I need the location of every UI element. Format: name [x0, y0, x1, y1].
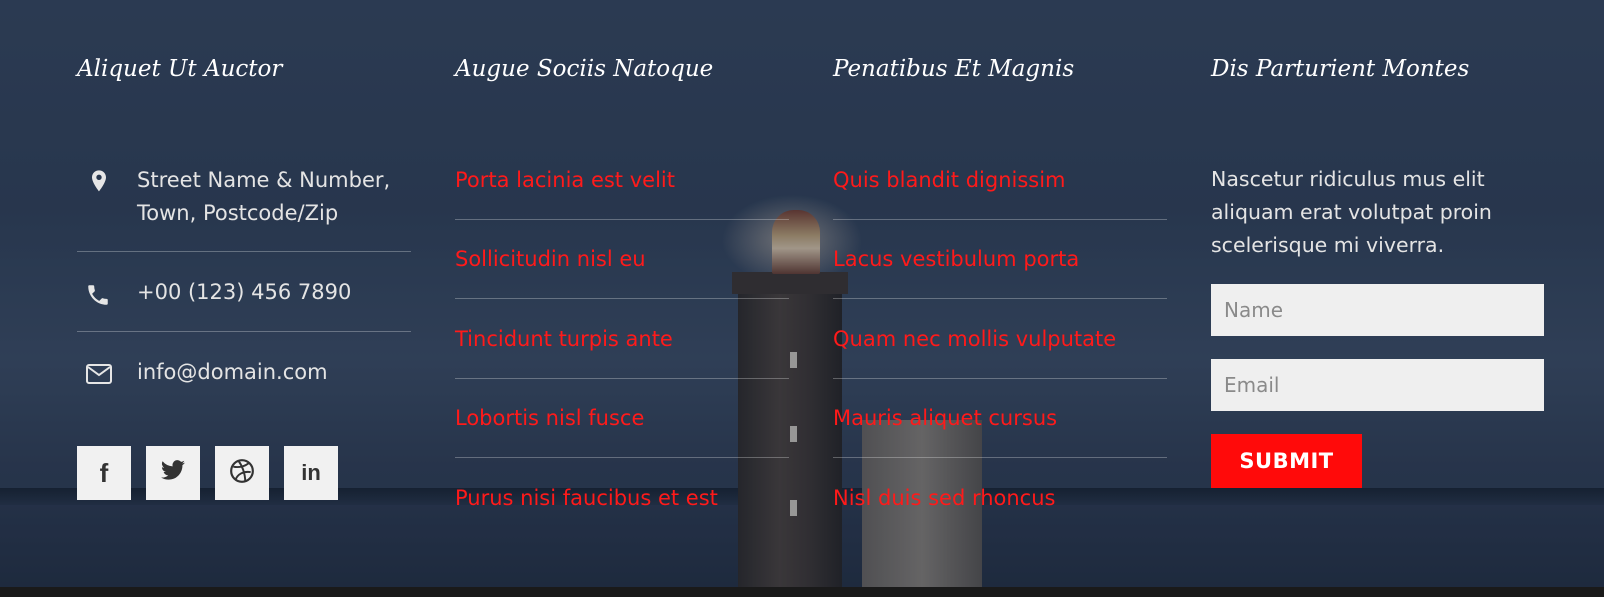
divider	[833, 378, 1167, 379]
divider	[833, 298, 1167, 299]
column-title: Dis Parturient Montes	[1211, 56, 1470, 82]
contact-email: info@domain.com	[77, 356, 411, 396]
dribbble-icon	[229, 458, 255, 488]
divider	[77, 251, 411, 252]
linkedin-icon: in	[301, 460, 321, 485]
address-line-1: Street Name & Number,	[137, 168, 391, 192]
facebook-button[interactable]: f	[77, 446, 131, 500]
footer-link[interactable]: Purus nisi faucibus et est	[455, 484, 718, 512]
name-input[interactable]	[1211, 284, 1544, 336]
address-line-2: Town, Postcode/Zip	[137, 201, 339, 225]
divider	[455, 378, 789, 379]
divider	[77, 331, 411, 332]
phone-number: +00 (123) 456 7890	[137, 280, 352, 304]
divider	[833, 457, 1167, 458]
contact-address: Street Name & Number, Town, Postcode/Zip	[77, 164, 411, 234]
column-title: Augue Sociis Natoque	[455, 56, 714, 82]
submit-button[interactable]: SUBMIT	[1211, 434, 1362, 488]
linkedin-button[interactable]: in	[284, 446, 338, 500]
contact-phone: +00 (123) 456 7890	[77, 276, 411, 316]
footer-link[interactable]: Lobortis nisl fusce	[455, 404, 644, 432]
column-title: Aliquet Ut Auctor	[77, 56, 283, 82]
footer-link[interactable]: Porta lacinia est velit	[455, 166, 675, 194]
footer-link[interactable]: Nisl duis sed rhoncus	[833, 484, 1055, 512]
map-pin-icon	[85, 168, 113, 196]
footer-link[interactable]: Tincidunt turpis ante	[455, 325, 673, 353]
divider	[455, 457, 789, 458]
twitter-button[interactable]	[146, 446, 200, 500]
footer-link[interactable]: Quam nec mollis vulputate	[833, 325, 1116, 353]
footer-link[interactable]: Quis blandit dignissim	[833, 166, 1066, 194]
newsletter-description: Nascetur ridiculus mus elit aliquam erat…	[1211, 167, 1492, 257]
divider	[455, 219, 789, 220]
email-input[interactable]	[1211, 359, 1544, 411]
phone-icon	[85, 282, 113, 310]
footer-link[interactable]: Lacus vestibulum porta	[833, 245, 1079, 273]
divider	[833, 219, 1167, 220]
email-address[interactable]: info@domain.com	[137, 356, 328, 389]
divider	[455, 298, 789, 299]
footer-bottom-bar	[0, 587, 1604, 597]
footer-link[interactable]: Mauris aliquet cursus	[833, 404, 1057, 432]
footer-link[interactable]: Sollicitudin nisl eu	[455, 245, 646, 273]
facebook-icon: f	[99, 457, 109, 488]
envelope-icon	[85, 362, 113, 390]
column-title: Penatibus Et Magnis	[833, 56, 1075, 82]
dribbble-button[interactable]	[215, 446, 269, 500]
twitter-icon	[160, 460, 186, 486]
